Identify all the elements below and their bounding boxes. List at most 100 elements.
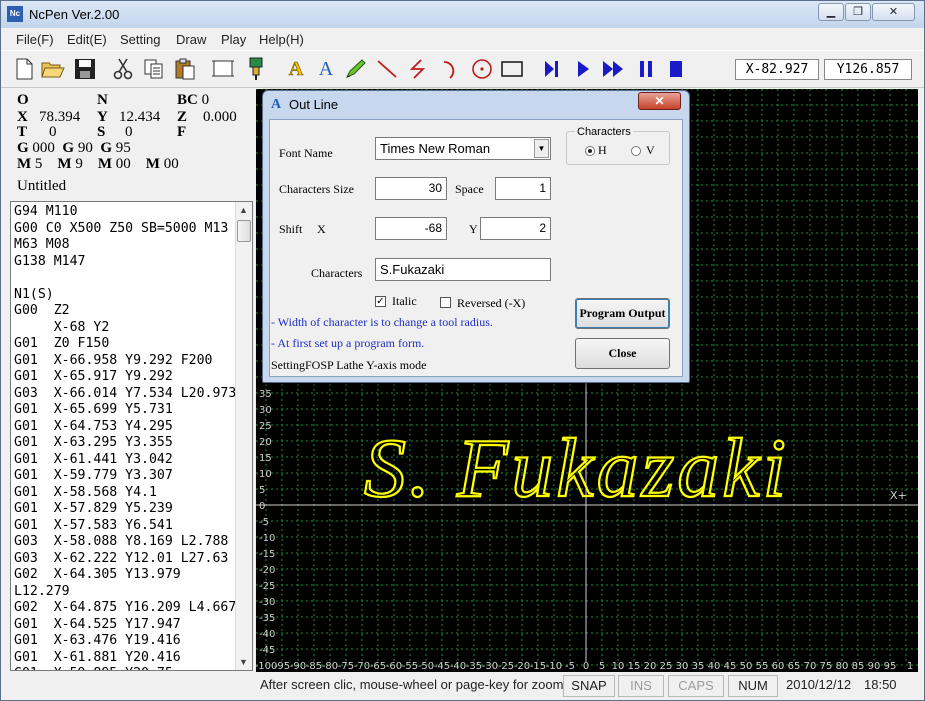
program-output-button[interactable]: Program Output: [575, 298, 670, 329]
code-line: G138 M147: [14, 253, 86, 269]
stop-button[interactable]: [664, 57, 688, 81]
font-name-select[interactable]: Times New Roman ▼: [375, 137, 551, 160]
circle-button[interactable]: [470, 57, 494, 81]
orient-v-radio[interactable]: [631, 146, 641, 156]
menu-edit[interactable]: Edit(E): [67, 32, 107, 47]
orient-h-radio[interactable]: [585, 146, 595, 156]
code-scrollbar[interactable]: ▲ ▼: [235, 202, 252, 670]
code-line: G01 X-57.583 Y6.541: [14, 517, 173, 533]
x-tick-label: -30: [482, 661, 498, 672]
pencil-button[interactable]: [344, 57, 368, 81]
bc-label: BC: [177, 92, 198, 108]
x-tick-label: 80: [836, 661, 849, 672]
nc-code-editor[interactable]: G94 M110 G00 C0 X500 Z50 SB=5000 M13 M63 M…: [10, 201, 253, 671]
y-tick-label: -40: [259, 629, 275, 640]
app-icon: Nc: [7, 6, 23, 22]
step-button[interactable]: [540, 57, 564, 81]
y-tick-label: 20: [259, 437, 272, 448]
scroll-up-icon[interactable]: ▲: [239, 205, 248, 215]
shift-x-field[interactable]: -68: [375, 217, 447, 240]
play-button[interactable]: [571, 57, 595, 81]
x-tick-label: -60: [386, 661, 402, 672]
canvas-frame-button[interactable]: [211, 57, 235, 81]
shift-y-field[interactable]: 2: [480, 217, 551, 240]
x-tick-label: -40: [450, 661, 466, 672]
code-line: G01 X-65.699 Y5.731: [14, 402, 173, 417]
menu-draw[interactable]: Draw: [176, 32, 206, 47]
x-tick-label: 25: [660, 661, 673, 672]
polyline-button[interactable]: [406, 57, 430, 81]
circle-icon: [472, 59, 492, 79]
status-time: 18:50: [864, 677, 897, 692]
cut-button[interactable]: [111, 57, 135, 81]
orient-h-label: H: [598, 143, 607, 157]
text-button[interactable]: A: [314, 57, 338, 81]
x-tick-label: -55: [402, 661, 418, 672]
toolbar: A A X-82.927 Y126.857: [1, 50, 924, 88]
scroll-down-icon[interactable]: ▼: [239, 657, 248, 667]
characters-size-field[interactable]: 30: [375, 177, 447, 200]
space-label: Space: [455, 182, 484, 196]
maximize-button[interactable]: ❐: [845, 3, 871, 21]
copy-icon: [144, 59, 163, 79]
paste-button[interactable]: [173, 57, 197, 81]
nc-code-lines: G94 M110 G00 C0 X500 Z50 SB=5000 M13 M63 M…: [14, 204, 237, 670]
text-outline-button[interactable]: A: [284, 57, 308, 81]
x-tick-label: 15: [628, 661, 641, 672]
arc-icon: [443, 61, 455, 79]
snap-indicator[interactable]: SNAP: [563, 675, 615, 697]
dialog-close-btn[interactable]: Close: [575, 338, 670, 369]
line-button[interactable]: [375, 57, 399, 81]
rectangle-button[interactable]: [500, 57, 524, 81]
title-bar: Nc NcPen Ver.2.00 ▁ ❐ ✕: [1, 1, 924, 28]
code-line: G02 X-64.875 Y16.209 L4.667: [14, 600, 237, 615]
restore-icon: ❐: [853, 6, 863, 18]
x-tick-label: -90: [290, 661, 306, 672]
new-file-button[interactable]: [12, 57, 36, 81]
copy-button[interactable]: [142, 57, 166, 81]
chevron-down-icon[interactable]: ▼: [534, 139, 549, 158]
menu-play[interactable]: Play: [221, 32, 246, 47]
italic-checkbox[interactable]: ✓: [375, 296, 386, 307]
save-button[interactable]: [73, 57, 97, 81]
code-line: G01 X-63.295 Y3.355: [14, 435, 173, 450]
new-file-icon: [16, 58, 33, 80]
menu-file[interactable]: File(F): [16, 32, 54, 47]
m-modal-row: M 5 M 9 M 00 M 00: [17, 156, 179, 172]
tool-button[interactable]: [244, 57, 268, 81]
pause-button[interactable]: [634, 57, 658, 81]
code-line: G01 X-64.525 Y17.947: [14, 616, 181, 632]
code-line: G94 M110: [14, 204, 78, 219]
fast-forward-button[interactable]: [601, 57, 625, 81]
z-value: 0.000: [203, 109, 237, 125]
text-a-icon: A: [318, 57, 334, 80]
characters-size-label: Characters Size: [279, 182, 354, 196]
close-icon: ✕: [654, 94, 665, 108]
code-line: G01 X-61.881 Y20.416: [14, 649, 181, 665]
f-label: F: [177, 124, 187, 140]
space-field[interactable]: 1: [495, 177, 551, 200]
x-tick-label: -65: [370, 661, 386, 672]
x-tick-label: 55: [756, 661, 769, 672]
menu-setting[interactable]: Setting: [120, 32, 160, 47]
reversed-label: Reversed (-X): [457, 296, 526, 310]
open-button[interactable]: [41, 57, 65, 81]
characters-field[interactable]: S.Fukazaki: [375, 258, 551, 281]
canvas-frame-icon: [212, 60, 234, 77]
italic-label: Italic: [392, 294, 417, 308]
status-hint: After screen clic, mouse-wheel or page-k…: [260, 677, 564, 692]
x-tick-label: 75: [820, 661, 833, 672]
reversed-checkbox[interactable]: [440, 297, 451, 308]
y-tick-label: 35: [259, 389, 272, 400]
code-line: G01 X-61.441 Y3.042: [14, 451, 173, 467]
n-label: N: [97, 92, 108, 108]
ins-indicator: INS: [618, 675, 664, 697]
scroll-thumb[interactable]: [237, 220, 251, 242]
orientation-group-label: Characters: [575, 126, 633, 138]
dialog-title: Out Line: [289, 97, 339, 112]
dialog-close-button[interactable]: ✕: [638, 92, 681, 110]
close-window-button[interactable]: ✕: [872, 3, 915, 21]
arc-button[interactable]: [438, 57, 462, 81]
minimize-button[interactable]: ▁: [818, 3, 844, 21]
menu-help[interactable]: Help(H): [259, 32, 304, 47]
